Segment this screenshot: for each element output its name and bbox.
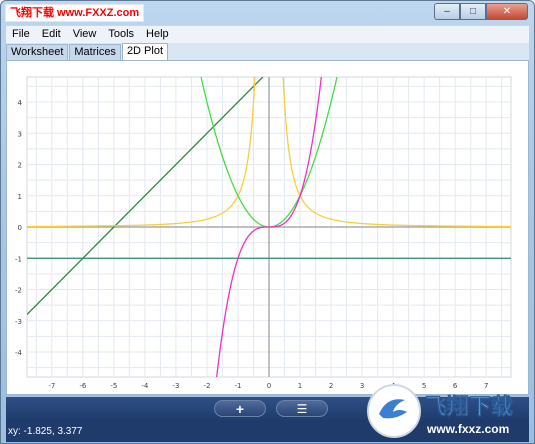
plot-canvas[interactable]: -7-6-5-4-3-2-101234567-4-3-2-101234 [7, 61, 528, 394]
x-tick-label: -7 [48, 382, 55, 390]
x-tick-label: -5 [110, 382, 117, 390]
menu-file[interactable]: File [6, 26, 36, 43]
tab-matrices[interactable]: Matrices [69, 44, 121, 60]
plus-icon: + [235, 400, 245, 417]
x-tick-label: 1 [298, 382, 302, 390]
y-tick-label: 4 [18, 99, 23, 107]
coordinate-readout: xy: -1.825, 3.377 [8, 426, 83, 437]
maximize-button[interactable]: □ [460, 3, 486, 20]
x-tick-label: -1 [234, 382, 241, 390]
plot-area[interactable]: -7-6-5-4-3-2-101234567-4-3-2-101234 [6, 60, 529, 395]
y-tick-label: 3 [18, 130, 22, 138]
title-bar: 飞翔下载 www.FXXZ.com – □ ✕ [1, 1, 534, 23]
menu-help[interactable]: Help [140, 26, 175, 43]
y-tick-label: 1 [18, 193, 22, 201]
menu-bar: File Edit View Tools Help [6, 25, 529, 43]
menu-tools[interactable]: Tools [102, 26, 140, 43]
window-controls: – □ ✕ [434, 3, 528, 20]
tab-worksheet[interactable]: Worksheet [6, 44, 69, 60]
x-tick-label: 3 [360, 382, 364, 390]
watermark-badge: 飞翔下载 www.fxxz.com [367, 384, 513, 438]
x-tick-label: -2 [203, 382, 210, 390]
y-tick-label: -2 [15, 287, 22, 295]
menu-edit[interactable]: Edit [36, 26, 67, 43]
y-tick-label: 2 [18, 162, 22, 170]
add-button[interactable]: + [214, 400, 266, 417]
y-tick-label: -4 [15, 349, 23, 357]
menu-view[interactable]: View [67, 26, 103, 43]
watermark-url: www.fxxz.com [426, 422, 509, 436]
tab-strip: Worksheet Matrices 2D Plot [6, 43, 529, 60]
x-tick-label: -3 [172, 382, 179, 390]
close-button[interactable]: ✕ [486, 3, 528, 20]
y-tick-label: 0 [18, 224, 22, 232]
watermark-logo-circle [367, 384, 421, 438]
watermark-logo: 飞翔下载 www.FXXZ.com [5, 4, 145, 22]
y-tick-label: -3 [15, 318, 22, 326]
menu-button[interactable]: ☰ [276, 400, 328, 417]
watermark-brand: 飞翔下载 [425, 394, 513, 420]
app-window: 飞翔下载 www.FXXZ.com – □ ✕ File Edit View T… [0, 0, 535, 444]
y-tick-label: -1 [15, 255, 22, 263]
x-tick-label: 2 [329, 382, 333, 390]
minimize-button[interactable]: – [434, 3, 460, 20]
x-tick-label: 0 [267, 382, 271, 390]
x-tick-label: -4 [141, 382, 149, 390]
x-tick-label: -6 [79, 382, 87, 390]
tab-2d-plot[interactable]: 2D Plot [121, 43, 169, 60]
list-icon: ☰ [296, 401, 308, 416]
